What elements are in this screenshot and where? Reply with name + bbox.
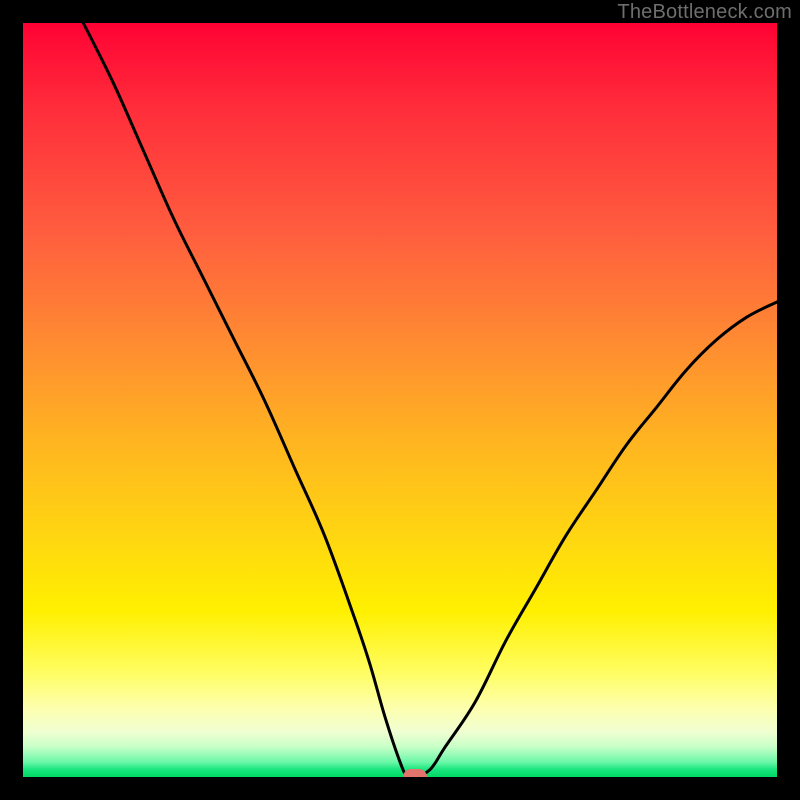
curve-layer xyxy=(23,23,777,777)
watermark-text: TheBottleneck.com xyxy=(617,1,792,24)
plot-area xyxy=(23,23,777,777)
bottleneck-curve xyxy=(83,23,777,777)
min-marker xyxy=(403,769,427,777)
chart-stage: TheBottleneck.com xyxy=(0,0,800,800)
